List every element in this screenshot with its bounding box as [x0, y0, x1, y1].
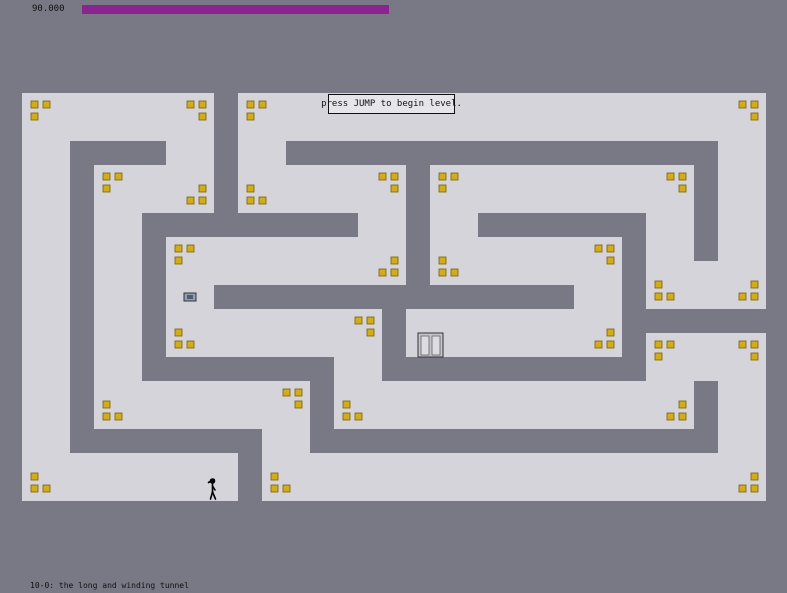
gold-icon [282, 388, 291, 397]
gold-icon [438, 256, 447, 265]
gold-icon [342, 400, 351, 409]
gold-icon [450, 172, 459, 181]
gold-icon [246, 112, 255, 121]
gold-icon [390, 184, 399, 193]
gold-icon [174, 244, 183, 253]
gold-icon [654, 340, 663, 349]
gold-icon [30, 472, 39, 481]
gold-icon [450, 268, 459, 277]
gold-icon [438, 268, 447, 277]
gold-icon [666, 340, 675, 349]
gold-icon [390, 172, 399, 181]
gold-icon [198, 184, 207, 193]
gold-icon [198, 196, 207, 205]
gold-icon [30, 100, 39, 109]
exit-door-icon [417, 332, 444, 358]
gold-icon [354, 316, 363, 325]
gold-icon [114, 412, 123, 421]
gold-icon [738, 292, 747, 301]
gold-icon [750, 484, 759, 493]
gold-icon [42, 100, 51, 109]
gold-icon [750, 112, 759, 121]
gold-icon [390, 268, 399, 277]
gold-icon [294, 388, 303, 397]
gold-icon [750, 280, 759, 289]
gold-icon [678, 412, 687, 421]
gold-icon [174, 328, 183, 337]
gold-icon [366, 316, 375, 325]
gold-icon [246, 184, 255, 193]
gold-icon [438, 184, 447, 193]
gold-icon [258, 196, 267, 205]
gold-icon [606, 256, 615, 265]
gold-icon [666, 172, 675, 181]
gold-icon [102, 400, 111, 409]
gold-icon [750, 292, 759, 301]
level-map [22, 93, 766, 501]
gold-icon [738, 484, 747, 493]
gold-icon [102, 184, 111, 193]
gold-icon [270, 472, 279, 481]
gold-icon [198, 112, 207, 121]
gold-icon [174, 340, 183, 349]
gold-icon [750, 472, 759, 481]
gold-icon [294, 400, 303, 409]
gold-icon [186, 340, 195, 349]
gold-icon [438, 172, 447, 181]
gold-icon [186, 100, 195, 109]
level-name: 10-0: the long and winding tunnel [30, 581, 189, 590]
gold-icon [606, 328, 615, 337]
gold-icon [750, 352, 759, 361]
gold-icon [270, 484, 279, 493]
gold-icon [174, 256, 183, 265]
gold-icon [282, 484, 291, 493]
gold-icon [30, 112, 39, 121]
gold-icon [246, 100, 255, 109]
gold-icon [654, 292, 663, 301]
gold-icon [606, 244, 615, 253]
gold-icon [102, 172, 111, 181]
gold-icon [678, 172, 687, 181]
gold-icon [186, 196, 195, 205]
gold-icon [606, 340, 615, 349]
gold-icon [666, 292, 675, 301]
gold-icon [246, 196, 255, 205]
gold-icon [390, 256, 399, 265]
gold-icon [354, 412, 363, 421]
gold-icon [750, 340, 759, 349]
gold-icon [114, 172, 123, 181]
gold-icon [594, 244, 603, 253]
gold-icon [738, 340, 747, 349]
gold-icon [102, 412, 111, 421]
gold-icon [378, 268, 387, 277]
gold-icon [594, 340, 603, 349]
gold-icon [30, 484, 39, 493]
exit-switch-icon [183, 292, 197, 302]
gold-icon [378, 172, 387, 181]
gold-icon [42, 484, 51, 493]
gold-icon [678, 184, 687, 193]
gold-icon [738, 100, 747, 109]
gold-icon [654, 352, 663, 361]
gold-icon [186, 244, 195, 253]
gold-icon [258, 100, 267, 109]
start-prompt: press JUMP to begin level. [321, 94, 462, 114]
gold-icon [654, 280, 663, 289]
gold-icon [366, 328, 375, 337]
gold-icon [678, 400, 687, 409]
gold-icon [342, 412, 351, 421]
gold-icon [750, 100, 759, 109]
gold-icon [198, 100, 207, 109]
gold-icon [666, 412, 675, 421]
